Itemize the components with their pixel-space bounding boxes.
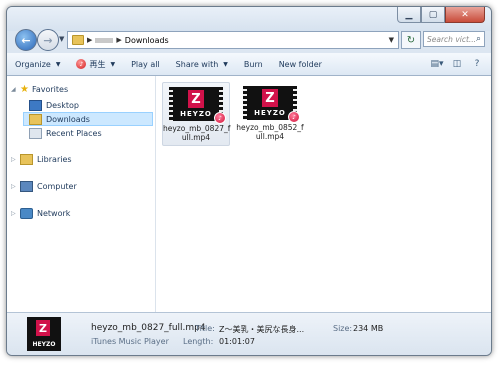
sidebar-item-label: Network <box>37 208 71 218</box>
thumbnail-brand-text: HEYZO <box>180 110 212 118</box>
change-view-icon[interactable]: ▤▾ <box>429 56 445 71</box>
itunes-icon: ♪ <box>288 111 300 123</box>
libraries-icon <box>20 153 33 165</box>
desktop-icon <box>29 99 42 111</box>
chevron-down-icon: ▼ <box>110 60 116 68</box>
length-value[interactable]: 01:01:07 <box>219 337 255 346</box>
itunes-icon: ♪ <box>76 59 87 69</box>
sidebar-item-computer[interactable]: ▷ Computer <box>11 179 77 193</box>
sidebar-item-favorites[interactable]: ◢ ★ Favorites <box>11 82 68 96</box>
refresh-button[interactable]: ↻ <box>401 31 421 49</box>
search-input[interactable]: Search vict... ⌕ <box>423 31 485 47</box>
share-with-label: Share with <box>175 59 219 69</box>
size-value: 234 MB <box>353 324 384 333</box>
file-item[interactable]: Z HEYZO ♪ heyzo_mb_0852_f ull.mp4 <box>236 82 304 146</box>
organize-label: Organize <box>15 59 51 69</box>
title-value[interactable]: Z～美乳・美尻な長身... <box>219 324 304 335</box>
title-label: Title: <box>195 324 215 333</box>
recent-pages-dropdown[interactable]: ▼ <box>59 35 64 43</box>
address-bar[interactable]: ▶ ▶ Downloads ▼ <box>67 31 399 49</box>
explorer-window: ▁ ▢ ✕ ← → ▼ ▶ ▶ Downloads ▼ ↻ Search vic… <box>6 6 492 356</box>
computer-icon <box>20 180 33 192</box>
details-pane: Z HEYZO heyzo_mb_0827_full.mp4 iTunes Mu… <box>7 312 491 355</box>
sidebar-item-network[interactable]: ▷ Network <box>11 206 70 220</box>
share-with-button[interactable]: Share with ▼ <box>168 60 236 69</box>
length-label: Length: <box>183 337 214 346</box>
breadcrumb-separator-icon[interactable]: ▶ <box>87 36 92 44</box>
search-placeholder: Search vict... <box>427 34 477 44</box>
breadcrumb-current[interactable]: Downloads <box>125 36 169 45</box>
maximize-button[interactable]: ▢ <box>421 7 445 23</box>
file-name: heyzo_mb_0827_f ull.mp4 <box>163 124 231 142</box>
back-button[interactable]: ← <box>15 29 37 51</box>
burn-label: Burn <box>243 59 263 69</box>
close-button[interactable]: ✕ <box>445 7 485 23</box>
sidebar-item-recent-places[interactable]: Recent Places <box>29 126 102 140</box>
file-name: heyzo_mb_0852_f ull.mp4 <box>236 123 304 141</box>
file-item[interactable]: Z HEYZO ♪ heyzo_mb_0827_f ull.mp4 <box>162 82 230 146</box>
details-filename: heyzo_mb_0827_full.mp4 <box>91 323 206 333</box>
video-thumbnail: Z HEYZO ♪ <box>169 87 226 124</box>
size-label: Size: <box>333 324 353 333</box>
blurred-user-folder[interactable] <box>95 37 114 43</box>
itunes-icon: ♪ <box>214 112 226 124</box>
caption-buttons: ▁ ▢ ✕ <box>397 7 485 23</box>
new-folder-label: New folder <box>278 59 322 69</box>
downloads-folder-icon <box>29 113 42 125</box>
collapse-icon[interactable]: ◢ <box>11 86 17 93</box>
chevron-down-icon: ▼ <box>55 60 61 68</box>
address-dropdown-icon[interactable]: ▼ <box>389 36 394 44</box>
sidebar-item-label: Computer <box>37 181 77 191</box>
network-icon <box>20 207 33 219</box>
organize-button[interactable]: Organize ▼ <box>7 60 68 69</box>
view-controls: ▤▾ ◫ ? <box>425 56 485 71</box>
help-icon[interactable]: ? <box>469 56 485 71</box>
z-logo-icon: Z <box>36 320 50 336</box>
z-logo-icon: Z <box>262 89 278 107</box>
sidebar-item-label: Desktop <box>46 100 79 110</box>
details-app: iTunes Music Player <box>91 337 169 346</box>
forward-button[interactable]: → <box>37 29 59 51</box>
thumbnail-brand-text: HEYZO <box>32 341 56 348</box>
sidebar-item-downloads[interactable]: Downloads <box>23 112 153 126</box>
video-thumbnail: Z HEYZO ♪ <box>243 86 300 123</box>
sidebar-item-desktop[interactable]: Desktop <box>29 98 79 112</box>
expand-icon[interactable]: ▷ <box>11 183 17 190</box>
new-folder-button[interactable]: New folder <box>271 60 330 69</box>
navigation-bar: ← → ▼ ▶ ▶ Downloads ▼ ↻ Search vict... ⌕ <box>13 29 485 53</box>
play-all-label: Play all <box>131 59 160 69</box>
z-logo-icon: Z <box>188 90 204 108</box>
preview-pane-icon[interactable]: ◫ <box>449 56 465 71</box>
details-thumbnail: Z HEYZO <box>27 317 61 351</box>
sidebar-item-label: Libraries <box>37 154 72 164</box>
navigation-pane: ◢ ★ Favorites Desktop Downloads Recent P… <box>7 76 156 312</box>
expand-icon[interactable]: ▷ <box>11 156 17 163</box>
command-bar: Organize ▼ ♪ 再生 ▼ Play all Share with ▼ Bur… <box>7 53 491 76</box>
expand-icon[interactable]: ▷ <box>11 210 17 217</box>
play-label: 再生 <box>89 59 106 69</box>
play-button[interactable]: ♪ 再生 ▼ <box>68 59 123 70</box>
file-list: Z HEYZO ♪ heyzo_mb_0827_f ull.mp4 Z HEYZO… <box>156 76 491 312</box>
search-icon[interactable]: ⌕ <box>476 34 481 44</box>
play-all-button[interactable]: Play all <box>123 60 168 69</box>
sidebar-item-label: Downloads <box>46 114 90 124</box>
burn-button[interactable]: Burn <box>236 60 271 69</box>
minimize-button[interactable]: ▁ <box>397 7 421 23</box>
recent-places-icon <box>29 127 42 139</box>
thumbnail-brand-text: HEYZO <box>254 109 286 117</box>
breadcrumb-separator-icon[interactable]: ▶ <box>116 36 121 44</box>
sidebar-item-libraries[interactable]: ▷ Libraries <box>11 152 72 166</box>
star-icon: ★ <box>20 83 29 95</box>
sidebar-item-label: Favorites <box>31 84 69 94</box>
folder-icon <box>72 35 84 45</box>
chevron-down-icon: ▼ <box>223 60 228 68</box>
sidebar-item-label: Recent Places <box>46 128 102 138</box>
title-bar: ▁ ▢ ✕ <box>7 7 491 31</box>
